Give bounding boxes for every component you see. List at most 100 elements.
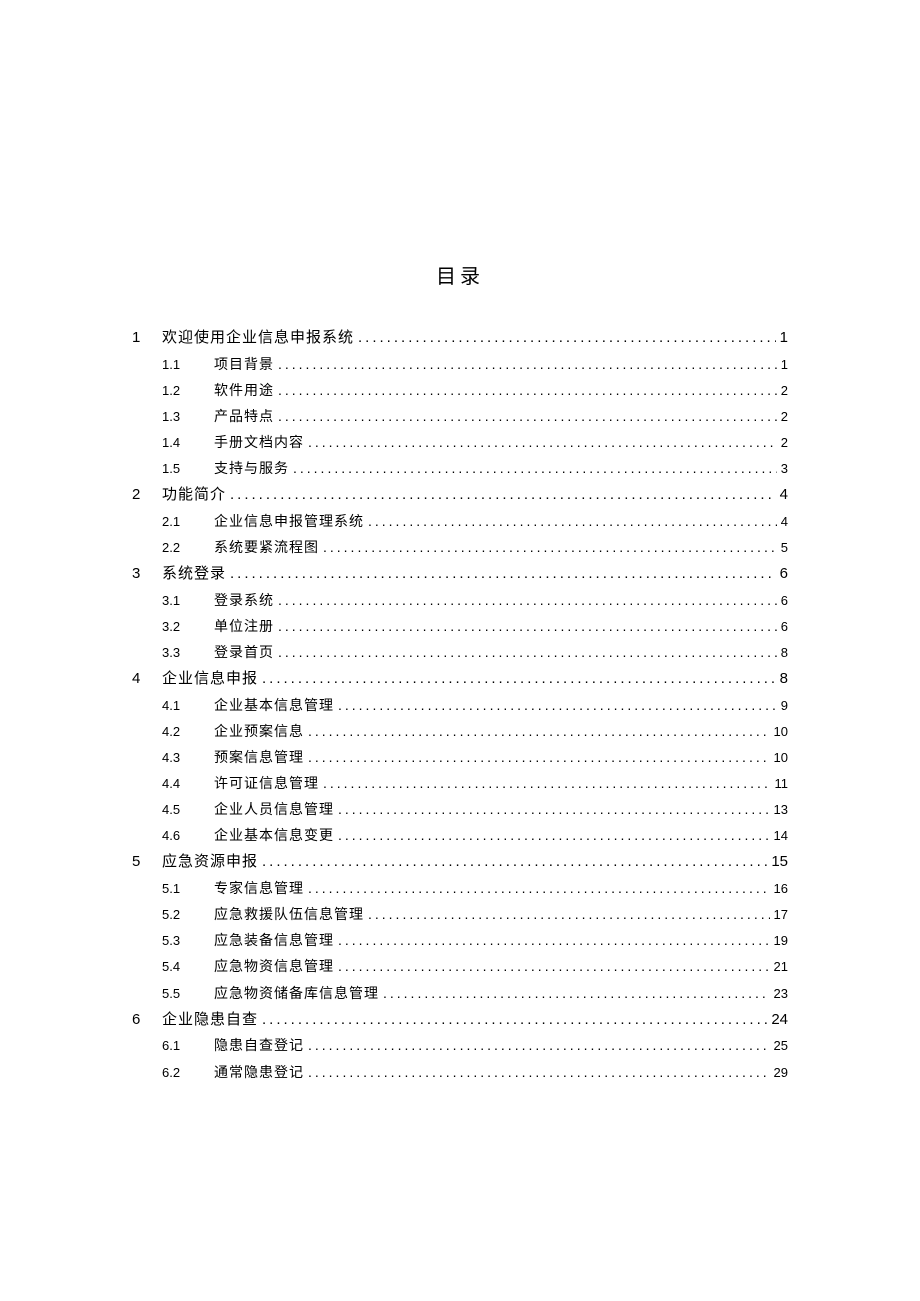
toc-entry-page: 9 — [781, 695, 788, 717]
toc-entry-page: 1 — [780, 325, 788, 351]
toc-entry-page: 5 — [781, 537, 788, 559]
toc-entry-label: 单位注册 — [214, 616, 274, 640]
toc-entry[interactable]: 4企业信息申报8 — [132, 666, 788, 693]
toc-dots — [338, 823, 770, 847]
toc-entry[interactable]: 6.1隐患自查登记25 — [132, 1033, 788, 1059]
toc-entry-number: 5.3 — [162, 930, 214, 952]
toc-title: 目录 — [0, 260, 920, 289]
toc-entry[interactable]: 2.2系统要紧流程图5 — [132, 535, 788, 561]
toc-entry[interactable]: 2功能简介4 — [132, 482, 788, 509]
toc-dots — [323, 771, 771, 795]
toc-entry-page: 19 — [774, 930, 788, 952]
toc-entry[interactable]: 6.2通常隐患登记29 — [132, 1060, 788, 1086]
toc-entry-label: 项目背景 — [214, 354, 274, 378]
toc-entry-page: 1 — [781, 354, 788, 376]
toc-entry-number: 3 — [132, 561, 162, 587]
toc-entry-page: 2 — [781, 380, 788, 402]
toc-dots — [368, 902, 770, 926]
toc-entry-page: 8 — [780, 666, 788, 692]
toc-entry-label: 产品特点 — [214, 406, 274, 430]
toc-entry[interactable]: 1.2软件用途2 — [132, 378, 788, 404]
toc-dots — [383, 981, 770, 1005]
toc-entry-page: 4 — [781, 511, 788, 533]
toc-entry-page: 8 — [781, 642, 788, 664]
toc-dots — [230, 561, 776, 587]
toc-entry-number: 1.4 — [162, 432, 214, 454]
toc-dots — [358, 325, 776, 351]
toc-entry[interactable]: 4.5企业人员信息管理13 — [132, 797, 788, 823]
toc-dots — [338, 928, 770, 952]
toc-entry-number: 1.2 — [162, 380, 214, 402]
toc-entry[interactable]: 1.1项目背景1 — [132, 352, 788, 378]
toc-entry[interactable]: 3.1登录系统6 — [132, 588, 788, 614]
toc-entry-page: 6 — [781, 616, 788, 638]
toc-entry-label: 应急救援队伍信息管理 — [214, 904, 364, 928]
toc-entry[interactable]: 3系统登录 6 — [132, 561, 788, 588]
toc-entry[interactable]: 5.4应急物资信息管理21 — [132, 954, 788, 980]
toc-entry-label: 企业基本信息管理 — [214, 695, 334, 719]
toc-entry-page: 24 — [771, 1007, 788, 1033]
toc-entry-page: 6 — [780, 561, 788, 587]
toc-entry-label: 隐患自查登记 — [214, 1035, 304, 1059]
toc-dots — [308, 719, 770, 743]
toc-entry[interactable]: 5.3应急装备信息管理19 — [132, 928, 788, 954]
toc-entry-page: 6 — [781, 590, 788, 612]
toc-entry-page: 10 — [774, 721, 788, 743]
toc-entry-number: 2 — [132, 482, 162, 508]
toc-entry-number: 2.2 — [162, 537, 214, 559]
toc-entry-label: 系统登录 — [162, 562, 226, 588]
toc-entry[interactable]: 5.5应急物资储备库信息管理23 — [132, 981, 788, 1007]
toc-entry-label: 应急物资信息管理 — [214, 956, 334, 980]
toc-entry-number: 6.2 — [162, 1062, 214, 1084]
toc-entry-page: 23 — [774, 983, 788, 1005]
toc-entry-label: 专家信息管理 — [214, 878, 304, 902]
toc-entry-label: 企业隐患自查 — [162, 1008, 258, 1034]
toc-entry[interactable]: 6企业隐患自查24 — [132, 1007, 788, 1034]
toc-dots — [308, 430, 777, 454]
toc-entry[interactable]: 2.1企业信息申报管理系统 4 — [132, 509, 788, 535]
toc-entry-number: 3.3 — [162, 642, 214, 664]
toc-dots — [278, 640, 777, 664]
toc-entry-number: 1.3 — [162, 406, 214, 428]
toc-dots — [308, 1033, 770, 1057]
toc-entry-page: 2 — [781, 432, 788, 454]
toc-entry-page: 2 — [781, 406, 788, 428]
toc-entry[interactable]: 1.4手册文档内容 2 — [132, 430, 788, 456]
toc-entry-page: 3 — [781, 458, 788, 480]
toc-entry[interactable]: 1.3产品特点 2 — [132, 404, 788, 430]
toc-entry[interactable]: 4.3预案信息管理10 — [132, 745, 788, 771]
toc-entry[interactable]: 1.5支持与服务 3 — [132, 456, 788, 482]
toc-entry-label: 登录系统 — [214, 590, 274, 614]
toc-entry-label: 企业信息申报管理系统 — [214, 511, 364, 535]
toc-entry-page: 14 — [774, 825, 788, 847]
toc-entry[interactable]: 4.1企业基本信息管理9 — [132, 693, 788, 719]
toc-dots — [262, 849, 767, 875]
toc-dots — [308, 1060, 770, 1084]
toc-entry-number: 5.2 — [162, 904, 214, 926]
toc-dots — [278, 378, 777, 402]
toc-dots — [338, 954, 770, 978]
toc-entry[interactable]: 3.2单位注册6 — [132, 614, 788, 640]
toc-dots — [338, 797, 770, 821]
toc-entry[interactable]: 4.6企业基本信息变更14 — [132, 823, 788, 849]
toc-entry-number: 1.5 — [162, 458, 214, 480]
toc-entry-number: 2.1 — [162, 511, 214, 533]
toc-entry-label: 手册文档内容 — [214, 432, 304, 456]
toc-entry-number: 5 — [132, 849, 162, 875]
toc-entry[interactable]: 5应急资源申报15 — [132, 849, 788, 876]
toc-entry-number: 4.6 — [162, 825, 214, 847]
toc-entry[interactable]: 5.2应急救援队伍信息管理17 — [132, 902, 788, 928]
toc-entry[interactable]: 4.2企业预案信息10 — [132, 719, 788, 745]
toc-dots — [338, 693, 777, 717]
toc-entry-page: 13 — [774, 799, 788, 821]
toc-entry-page: 29 — [774, 1062, 788, 1084]
toc-dots — [308, 876, 770, 900]
toc-entry-label: 支持与服务 — [214, 458, 289, 482]
toc-entry[interactable]: 4.4许可证信息管理11 — [132, 771, 788, 797]
toc-entry[interactable]: 5.1专家信息管理16 — [132, 876, 788, 902]
toc-dots — [262, 1007, 767, 1033]
toc-entry[interactable]: 1欢迎使用企业信息申报系统1 — [132, 325, 788, 352]
toc-entry[interactable]: 3.3登录首页8 — [132, 640, 788, 666]
toc-entry-page: 21 — [774, 956, 788, 978]
toc-entry-page: 15 — [771, 849, 788, 875]
